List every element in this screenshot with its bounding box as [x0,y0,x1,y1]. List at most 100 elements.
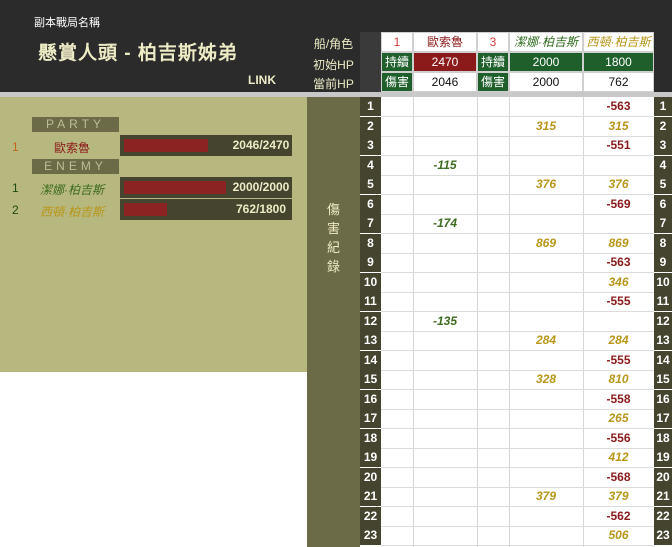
enemy2-damage-cell: 265 [608,411,629,425]
enemy2-damage-cell: -555 [606,353,631,367]
enemy-section-header: ENEMY [32,159,119,174]
row-number-right: 20 [654,468,672,487]
row-number-right: 9 [654,253,672,272]
row-number: 9 [360,253,381,272]
enemy-member-name: 西頓·柏吉斯 [40,205,104,219]
enemy2-damage-cell: -563 [606,255,631,269]
row-number: 15 [360,370,381,389]
row-number-right: 5 [654,175,672,194]
grid-line [477,97,478,547]
current-hp-label: 當前HP [313,77,354,91]
enemy2-damage-cell: -569 [606,197,631,211]
row-number: 13 [360,331,381,350]
enemy2-damage-cell: 315 [608,119,629,133]
damage-log-label: 傷 害 紀 錄 [307,200,360,276]
enemy-member-hp-bar [120,177,230,198]
party-damage-cell: -115 [433,158,457,172]
row-number-right: 7 [654,214,672,233]
enemy-member-name: 潔娜·柏吉斯 [40,183,104,197]
enemy1-damage-cell: 376 [535,177,557,191]
link-button[interactable]: LINK [248,73,276,87]
grid-header-bg [360,0,672,32]
row-number-right: 22 [654,507,672,526]
party-member-hp-text: 2046/2470 [230,135,292,156]
row-number-right: 19 [654,448,672,467]
row-number: 2 [360,117,381,136]
party-slot-number: 1 [381,32,413,52]
damage-log-column [307,97,360,547]
row-number: 4 [360,156,381,175]
enemy2-damage-cell: 284 [608,333,629,347]
grid-line [509,97,510,547]
row-number: 7 [360,214,381,233]
enemy1-damage-cell: 379 [535,489,557,503]
row-number-right: 15 [654,370,672,389]
row-number-right: 23 [654,526,672,545]
row-number: 1 [360,97,381,116]
row-number-right: 12 [654,312,672,331]
damage-log-char: 錄 [326,259,340,274]
enemy2-damage-cell: -568 [606,470,631,484]
grid-header-spacer [654,32,672,92]
row-number: 8 [360,234,381,253]
enemy1-initial-hp: 2000 [509,52,583,72]
row-number-right: 2 [654,117,672,136]
party-column-header[interactable]: 歐索魯 [413,32,477,52]
enemy1-damage-cell: 869 [535,236,557,250]
damage-log-char: 害 [326,221,340,236]
enemy-member-index: 2 [12,203,19,217]
cont-damage-label-b: 傷害 [477,72,509,92]
row-number-right: 6 [654,195,672,214]
enemy2-damage-cell: 376 [608,177,629,191]
row-number-right: 18 [654,429,672,448]
row-number-right: 3 [654,136,672,155]
row-number-right: 13 [654,331,672,350]
party-current-hp: 2046 [413,72,477,92]
row-number: 3 [360,136,381,155]
party-damage-cell: -174 [432,216,458,230]
enemy2-current-hp: 762 [583,72,654,92]
row-number-right: 8 [654,234,672,253]
enemy-member-hp-text: 2000/2000 [230,177,292,198]
row-number: 22 [360,507,381,526]
row-number: 18 [360,429,381,448]
row-number: 20 [360,468,381,487]
party-section-header: PARTY [32,117,119,132]
grid-line [381,545,654,546]
enemy-member-hp-text: 762/1800 [230,199,292,220]
row-number-right: 16 [654,390,672,409]
enemy1-column-header[interactable]: 潔娜·柏吉斯 [509,32,583,52]
enemy2-damage-cell: 506 [608,528,629,542]
hp-bar-fill [124,139,208,152]
enemy1-damage-cell: 284 [535,333,557,347]
enemy2-damage-cell: -555 [606,294,631,308]
row-number: 5 [360,175,381,194]
enemy2-initial-hp: 1800 [583,52,654,72]
party-member-index: 1 [12,140,19,154]
dungeon-name-label: 副本戰局名稱 [34,17,100,29]
ship-role-label: 船/角色 [313,37,354,51]
enemy1-damage-cell: 328 [535,372,557,386]
damage-log-char: 紀 [326,240,340,255]
party-damage-cell: -135 [432,314,458,328]
enemy2-damage-cell: 346 [608,275,629,289]
enemy-slot-number: 3 [477,32,509,52]
enemy2-column-header[interactable]: 西頓·柏吉斯 [583,32,654,52]
enemy-member-hp-bar [120,199,230,220]
enemy2-damage-cell: 869 [608,236,629,250]
enemy2-damage-cell: -551 [606,138,631,152]
row-number-right: 4 [654,156,672,175]
row-number: 6 [360,195,381,214]
row-number-right: 1 [654,97,672,116]
party-member-hp-bar [120,135,230,156]
enemy1-current-hp: 2000 [509,72,583,92]
enemy-member-index: 1 [12,181,19,195]
enemy2-damage-cell: -556 [606,431,631,445]
row-number-right: 21 [654,487,672,506]
row-number-right: 14 [654,351,672,370]
battle-status-panel: PARTY 1 歐索魯 2046/2470 ENEMY 1 潔娜·柏吉斯 200… [0,97,307,372]
enemy2-damage-cell: 379 [608,489,629,503]
enemy2-damage-cell: 412 [608,450,629,464]
cont-damage-label-b: 傷害 [381,72,413,92]
enemy1-damage-cell: 315 [535,119,557,133]
